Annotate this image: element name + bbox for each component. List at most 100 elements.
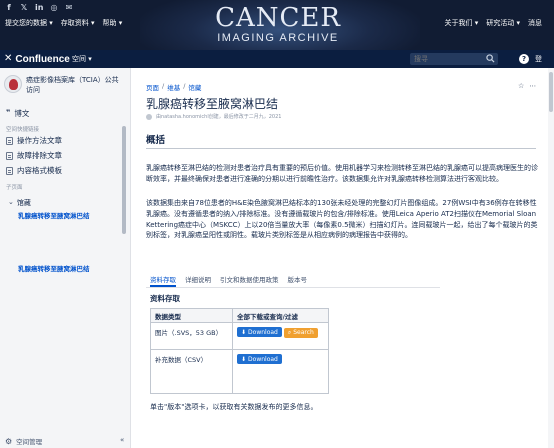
tree-parent-label: 馆藏 — [16, 199, 31, 207]
byline-text[interactable]: 由natasha.honomichl创建，最后修改于二月九，2021 — [156, 113, 281, 120]
document-icon — [6, 136, 13, 145]
email-icon[interactable]: ✉ — [65, 3, 73, 12]
sidebar-item-blog[interactable]: ❞ 博文 — [6, 108, 29, 119]
tab-citations[interactable]: 引文和数据使用政策 — [220, 275, 279, 287]
nav-news[interactable]: 消息 — [528, 18, 542, 28]
nav-about[interactable]: 关于我们 ▾ — [445, 18, 479, 28]
content-tabs: 资料存取 详细说明 引文和数据使用政策 版本号 — [146, 275, 440, 288]
breadcrumb-item[interactable]: 维基 — [167, 82, 180, 92]
data-access-heading: 资料存取 — [150, 294, 180, 303]
tab-versions[interactable]: 版本号 — [288, 275, 308, 287]
gear-icon: ⚙ — [5, 436, 13, 446]
nav-research[interactable]: 研究活动 ▾ — [486, 18, 520, 28]
shortcuts-heading: 空间快捷链接 — [6, 127, 40, 133]
breadcrumb-item[interactable]: 页面 — [146, 82, 159, 92]
actions-cell: ⬇ Download — [232, 349, 329, 394]
overview-heading: 概括 — [146, 135, 166, 146]
confluence-logo[interactable]: ✕ Confluence — [4, 53, 70, 65]
twitter-icon[interactable]: 𝕏 — [20, 3, 28, 12]
breadcrumb-separator: / — [183, 82, 186, 90]
download-csv-button[interactable]: ⬇ Download — [237, 354, 282, 364]
page-byline: 由natasha.honomichl创建，最后修改于二月九，2021 — [146, 113, 281, 120]
page-title: 乳腺癌转移至腋窝淋巴结 — [146, 97, 279, 111]
sidebar-item-label: 内容格式模板 — [17, 166, 62, 175]
divider — [146, 148, 536, 149]
actions-cell: ⬇ Download ⌕ Search — [232, 322, 329, 350]
data-type-cell: 补充数据（CSV） — [150, 349, 233, 394]
page-tree-current[interactable]: 乳腺癌转移至腋窝淋巴结 — [18, 210, 90, 220]
confluence-header: ✕ Confluence 空间 ▾ ? 登 — [0, 50, 554, 68]
search-images-button[interactable]: ⌕ Search — [283, 327, 318, 338]
button-label: Download — [248, 355, 278, 363]
document-icon — [6, 166, 13, 175]
linkedin-icon[interactable]: in — [35, 3, 43, 12]
dataset-paragraph: 该数据集由来自78位患者的H&E染色腋窝淋巴结标本的130张未经处理的完整幻灯片… — [146, 199, 538, 240]
login-link[interactable]: 登 — [535, 54, 542, 64]
page-scrollbar[interactable] — [548, 68, 554, 448]
versions-note: 单击"版本"选项卡，以获取有关数据发布的更多信息。 — [150, 403, 318, 411]
sidebar-item-templates[interactable]: 内容格式模板 — [6, 165, 62, 176]
space-tools-label: 空间管理 — [16, 438, 43, 446]
search-icon: ⌕ — [287, 328, 292, 336]
space-name[interactable]: 癌症影像档案库（TCIA）公共访问 — [26, 75, 122, 95]
overview-paragraph: 乳腺癌转移至淋巴结的检测对患者治疗具有重要的预后价值。使用机器学习来检测转移至淋… — [146, 164, 538, 183]
space-sidebar: 癌症影像档案库（TCIA）公共访问 ❞ 博文 空间快捷链接 操作方法文章 故障排… — [0, 68, 131, 448]
breadcrumb-item[interactable]: 馆藏 — [188, 82, 201, 92]
sidebar-item-label: 故障排除文章 — [17, 151, 62, 160]
child-pages-heading: 子页面 — [6, 185, 23, 191]
instagram-icon[interactable]: ◎ — [50, 3, 58, 12]
top-nav-left: 提交您的数据 ▾ 存取资料 ▾ 帮助 ▾ — [5, 18, 122, 28]
breadcrumb: 页面 / 维基 / 馆藏 — [146, 82, 201, 92]
blog-icon: ❞ — [6, 108, 11, 117]
nav-help[interactable]: 帮助 ▾ — [103, 18, 123, 28]
help-icon[interactable]: ? — [519, 54, 529, 64]
facebook-icon[interactable]: f — [5, 3, 13, 12]
data-access-table: 数据类型 全部下载或查询/过滤 图片（.SVS，53 GB） ⬇ Downloa… — [150, 308, 329, 394]
spaces-menu[interactable]: 空间 ▾ — [72, 54, 92, 64]
table-header-row: 数据类型 全部下载或查询/过滤 — [150, 308, 329, 323]
logo-title: CANCER — [215, 3, 341, 33]
nav-access-data[interactable]: 存取资料 ▾ — [61, 18, 95, 28]
search-icon[interactable] — [486, 54, 495, 63]
author-avatar — [146, 113, 152, 120]
nav-submit-data[interactable]: 提交您的数据 ▾ — [5, 18, 53, 28]
sidebar-item-troubleshooting[interactable]: 故障排除文章 — [6, 150, 62, 161]
more-actions-icon[interactable]: ⋯ — [529, 82, 536, 90]
confluence-brand: Confluence — [15, 53, 70, 65]
scrollbar-thumb[interactable] — [549, 72, 553, 112]
search-input[interactable] — [410, 53, 498, 65]
page-tree-item[interactable]: 乳腺癌转移至腋窝淋巴结 — [18, 263, 90, 273]
sidebar-item-label: 博文 — [14, 109, 30, 118]
tab-details[interactable]: 详细说明 — [185, 275, 211, 287]
tcia-banner: f 𝕏 in ◎ ✉ 提交您的数据 ▾ 存取资料 ▾ 帮助 ▾ CANCER I… — [0, 0, 554, 50]
space-avatar[interactable] — [4, 75, 22, 93]
download-icon: ⬇ — [241, 355, 247, 363]
breadcrumb-separator: / — [162, 82, 165, 90]
table-row: 补充数据（CSV） ⬇ Download — [150, 349, 329, 394]
column-header: 全部下载或查询/过滤 — [232, 308, 329, 323]
button-label: Search — [293, 329, 314, 336]
sidebar-item-howto[interactable]: 操作方法文章 — [6, 135, 62, 146]
collapse-sidebar-icon[interactable]: « — [120, 436, 124, 444]
page-tools: ☆ ⋯ — [518, 82, 536, 90]
confluence-icon: ✕ — [4, 53, 13, 64]
download-icon: ⬇ — [241, 328, 247, 336]
sidebar-item-label: 操作方法文章 — [17, 136, 62, 145]
star-icon[interactable]: ☆ — [518, 82, 524, 90]
download-images-button[interactable]: ⬇ Download — [237, 327, 282, 337]
tab-data-access[interactable]: 资料存取 — [150, 275, 176, 287]
tcia-logo[interactable]: CANCER IMAGING ARCHIVE — [212, 4, 344, 46]
document-icon — [6, 151, 13, 160]
table-row: 图片（.SVS，53 GB） ⬇ Download ⌕ Search — [150, 322, 329, 350]
main-content: 页面 / 维基 / 馆藏 ☆ ⋯ 乳腺癌转移至腋窝淋巴结 由natasha.ho… — [132, 68, 554, 448]
space-tools[interactable]: ⚙ 空间管理 — [0, 434, 130, 448]
column-header: 数据类型 — [150, 308, 233, 323]
top-nav-right: 关于我们 ▾ 研究活动 ▾ 消息 — [445, 18, 543, 28]
chevron-down-icon[interactable]: ⌄ — [8, 198, 14, 208]
logo-subtitle: IMAGING ARCHIVE — [217, 32, 339, 44]
button-label: Download — [248, 328, 278, 336]
page-tree-parent[interactable]: ⌄ 馆藏 — [8, 198, 31, 208]
data-type-cell: 图片（.SVS，53 GB） — [150, 322, 233, 350]
sidebar-scrollbar[interactable] — [122, 126, 126, 234]
social-icons: f 𝕏 in ◎ ✉ — [5, 3, 73, 12]
